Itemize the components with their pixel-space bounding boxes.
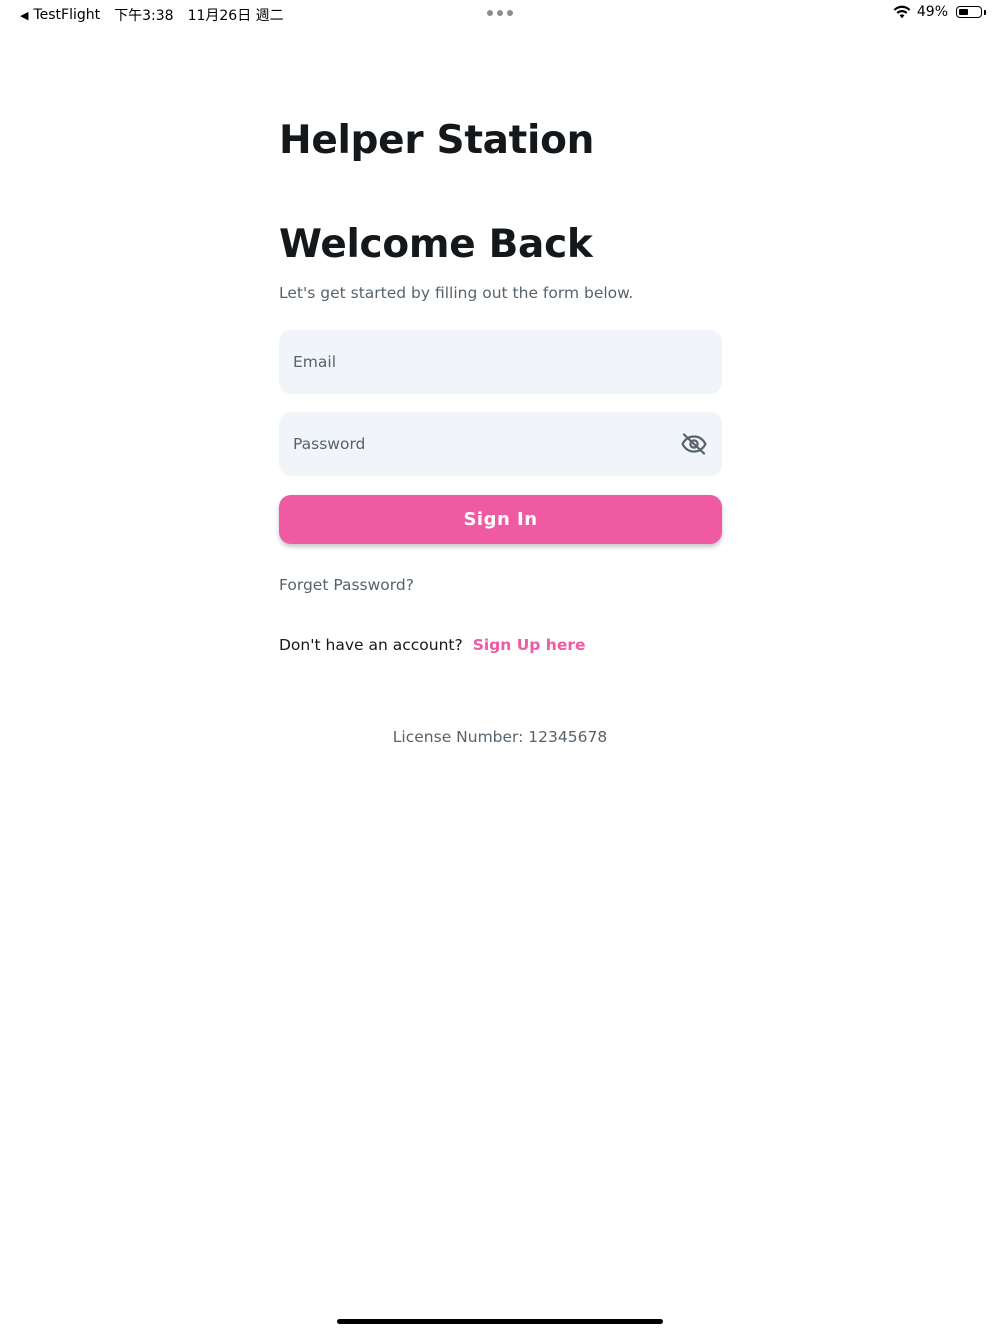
status-time: 下午3:38 [114, 8, 174, 24]
signup-row: Don't have an account? Sign Up here [279, 636, 586, 654]
welcome-heading: Welcome Back [279, 222, 593, 267]
status-right: 49% [893, 4, 986, 20]
battery-icon [956, 6, 986, 18]
dot [497, 10, 503, 16]
password-field-container [279, 412, 722, 476]
email-field-container [279, 330, 722, 394]
dot [507, 10, 513, 16]
battery-cap [984, 10, 986, 15]
form-subtitle: Let's get started by filling out the for… [279, 284, 634, 302]
dot [487, 10, 493, 16]
app-title: Helper Station [279, 118, 595, 163]
status-left: ◀ TestFlight 下午3:38 11月26日 週二 [20, 5, 284, 25]
email-field[interactable] [293, 330, 708, 394]
license-number: License Number: 12345678 [392, 728, 608, 746]
battery-level [959, 9, 968, 15]
back-to-app-label[interactable]: TestFlight [33, 7, 100, 23]
forget-password-link[interactable]: Forget Password? [279, 576, 414, 594]
signup-prompt: Don't have an account? [279, 636, 463, 654]
sign-up-link[interactable]: Sign Up here [473, 636, 586, 654]
eye-off-icon[interactable] [680, 430, 708, 458]
back-arrow-icon[interactable]: ◀ [20, 9, 28, 22]
multitasking-dots-icon[interactable] [487, 10, 513, 16]
login-screen: ◀ TestFlight 下午3:38 11月26日 週二 49% Helper… [0, 0, 1000, 1334]
password-field[interactable] [293, 412, 680, 476]
sign-in-button[interactable]: Sign In [279, 495, 722, 544]
home-indicator[interactable] [337, 1319, 663, 1324]
status-bar: ◀ TestFlight 下午3:38 11月26日 週二 49% [0, 0, 1000, 28]
wifi-icon [893, 5, 911, 19]
battery-percent: 49% [916, 4, 948, 20]
status-date: 11月26日 週二 [187, 8, 284, 24]
